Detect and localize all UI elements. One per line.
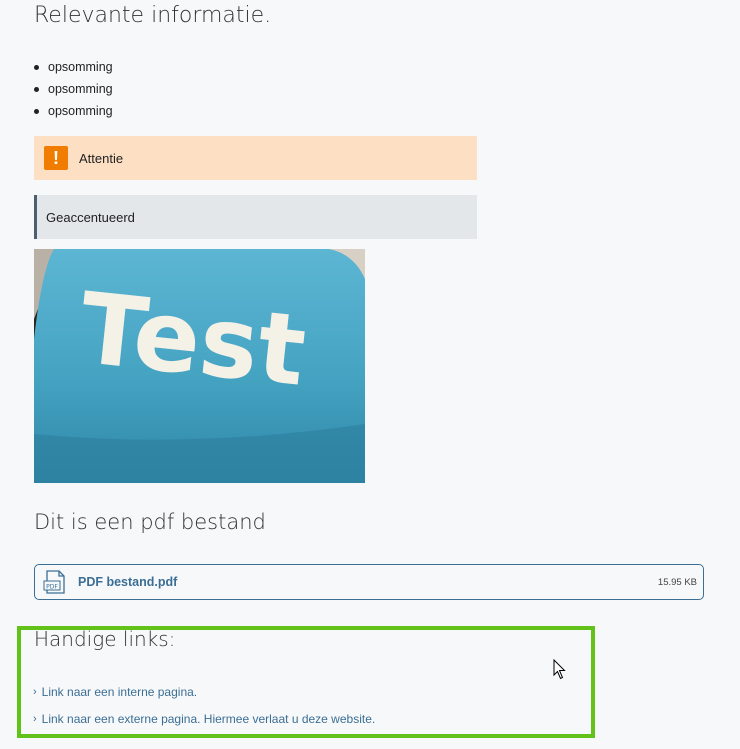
section-title: Relevante informatie. <box>34 3 272 28</box>
list-item: opsomming <box>34 100 113 122</box>
attention-text: Attentie <box>79 150 124 166</box>
links-title: Handige links: <box>34 627 176 651</box>
chevron-right-icon: › <box>33 713 37 725</box>
pdf-section-title: Dit is een pdf bestand <box>34 510 266 534</box>
external-link-label[interactable]: Link naar een externe pagina. Hiermee ve… <box>42 712 376 726</box>
external-link[interactable]: › Link naar een externe pagina. Hiermee … <box>33 712 375 726</box>
test-key-label: Test <box>75 272 311 409</box>
test-key-illustration: Test <box>34 249 365 483</box>
list-item: opsomming <box>34 56 113 78</box>
accent-text: Geaccentueerd <box>46 209 135 225</box>
attention-box: ! Attentie <box>34 136 477 180</box>
mouse-cursor-icon <box>553 659 566 680</box>
pdf-file-icon: PDF <box>43 570 65 594</box>
warning-icon: ! <box>44 146 68 170</box>
pdf-download-link[interactable]: PDF PDF bestand.pdf 15.95 KB <box>34 564 704 600</box>
pdf-file-size: 15.95 KB <box>657 576 697 588</box>
test-key-image: Test <box>34 249 365 483</box>
bullet-list: opsomming opsomming opsomming <box>34 56 113 122</box>
chevron-right-icon: › <box>33 686 37 698</box>
accent-box: Geaccentueerd <box>34 195 477 239</box>
pdf-file-name[interactable]: PDF bestand.pdf <box>78 575 177 589</box>
svg-text:PDF: PDF <box>46 584 58 591</box>
list-item: opsomming <box>34 78 113 100</box>
internal-link[interactable]: › Link naar een interne pagina. <box>33 685 197 699</box>
internal-link-label[interactable]: Link naar een interne pagina. <box>42 685 197 699</box>
